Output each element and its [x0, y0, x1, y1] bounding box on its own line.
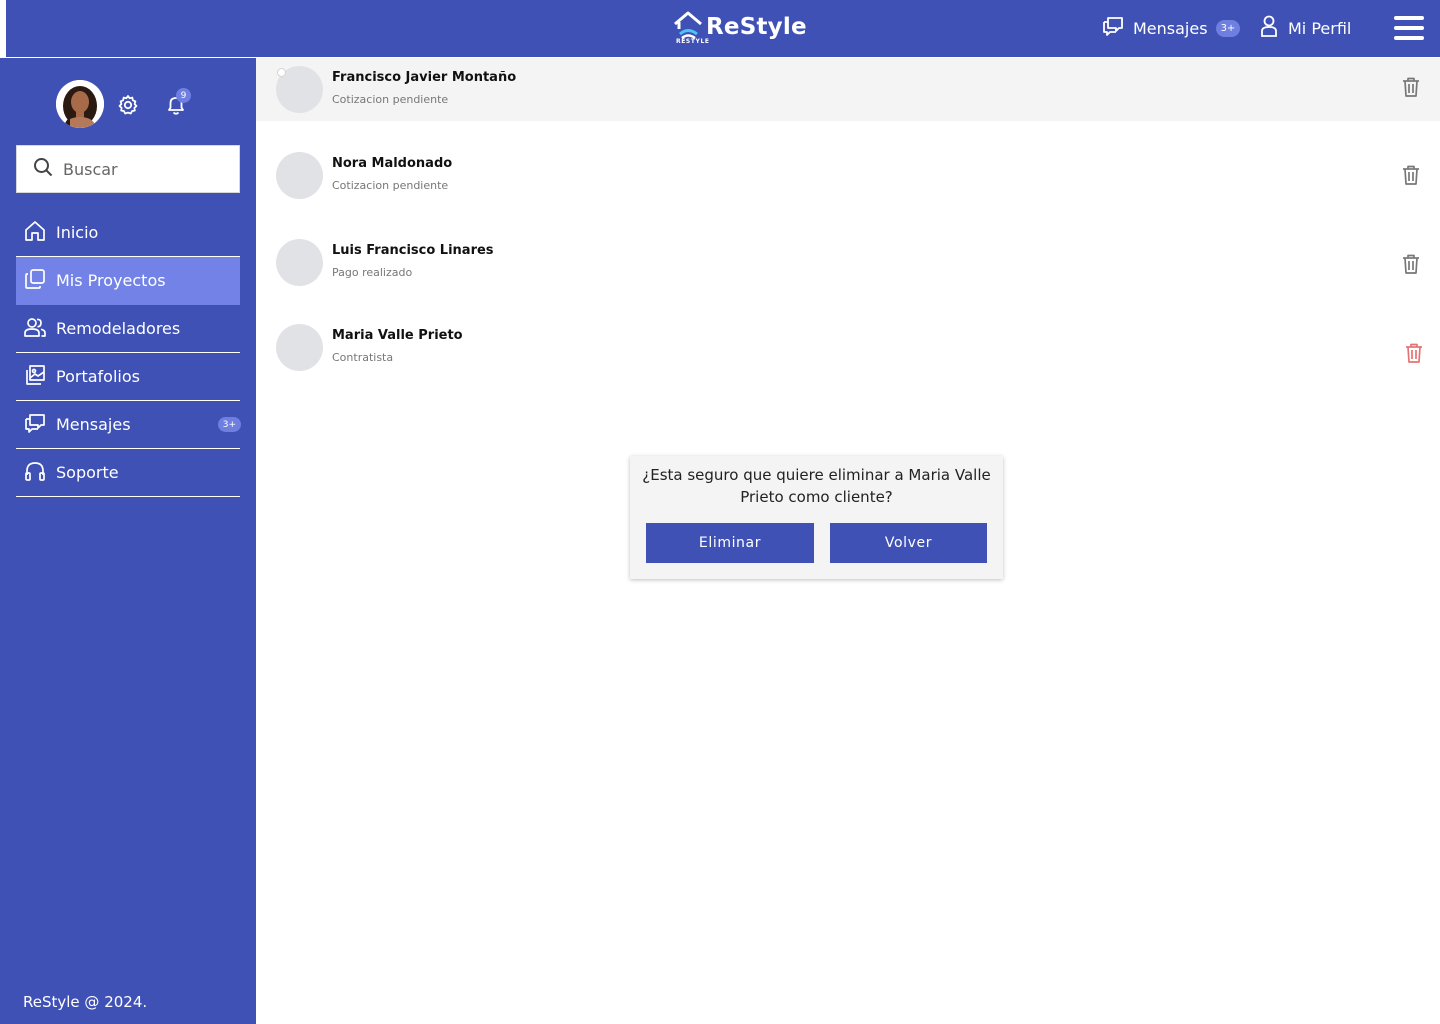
gallery-icon	[24, 364, 46, 390]
trash-icon[interactable]	[1400, 253, 1422, 279]
dialog-message: ¿Esta seguro que quiere eliminar a Maria…	[642, 466, 991, 506]
sidebar-nav: Inicio Mis Proyectos Remodeladores Porta…	[16, 209, 241, 497]
messages-badge: 3+	[1215, 19, 1241, 37]
client-row[interactable]: Luis Francisco Linares Pago realizado	[256, 231, 1440, 294]
sidebar-item-label: Portafolios	[56, 367, 140, 386]
footer-copyright: ReStyle @ 2024.	[23, 993, 148, 1011]
header-messages-link[interactable]: Mensajes 3+	[1102, 14, 1241, 42]
client-row[interactable]: Maria Valle Prieto Contratista	[256, 316, 1440, 379]
bell-icon[interactable]: 9	[165, 88, 191, 120]
back-button[interactable]: Volver	[830, 523, 987, 563]
select-indicator[interactable]	[277, 68, 286, 77]
chat-icon	[1102, 16, 1124, 40]
house-logo-icon: RESTYLE	[670, 7, 709, 47]
client-row[interactable]: Nora Maldonado Cotizacion pendiente	[256, 144, 1440, 207]
sidebar: 9 Inicio Mis Pr	[0, 58, 256, 1024]
client-name: Luis Francisco Linares	[332, 243, 494, 258]
delete-button[interactable]: Eliminar	[646, 523, 814, 563]
sidebar-item-label: Mis Proyectos	[56, 271, 166, 290]
notifications-badge: 9	[176, 88, 191, 103]
client-row[interactable]: Francisco Javier Montaño Cotizacion pend…	[256, 58, 1440, 121]
avatar[interactable]	[56, 80, 104, 128]
brand-logo[interactable]: RESTYLE ReStyle	[670, 7, 807, 47]
sidebar-item-soporte[interactable]: Soporte	[16, 449, 240, 497]
delete-confirm-dialog: ¿Esta seguro que quiere eliminar a Maria…	[630, 456, 1003, 579]
client-avatar	[276, 152, 323, 199]
sidebar-item-label: Inicio	[56, 223, 99, 242]
search-input[interactable]	[63, 159, 223, 179]
brand-name: ReStyle	[706, 14, 807, 40]
client-status: Cotizacion pendiente	[332, 179, 449, 192]
menu-icon[interactable]	[1394, 16, 1424, 40]
header-profile-link[interactable]: Mi Perfil	[1260, 14, 1351, 42]
client-name: Francisco Javier Montaño	[332, 70, 517, 85]
sidebar-messages-badge: 3+	[217, 417, 241, 432]
home-icon	[24, 220, 46, 246]
sidebar-item-label: Mensajes	[56, 415, 131, 434]
client-status: Cotizacion pendiente	[332, 93, 449, 106]
user-icon	[1260, 15, 1278, 41]
client-avatar	[276, 239, 323, 286]
headset-icon	[24, 460, 46, 486]
trash-icon[interactable]	[1403, 342, 1425, 368]
trash-icon[interactable]	[1400, 76, 1422, 102]
client-status: Contratista	[332, 351, 394, 364]
header-messages-label: Mensajes	[1133, 18, 1208, 38]
users-icon	[24, 316, 46, 342]
client-name: Nora Maldonado	[332, 156, 453, 171]
sidebar-item-mensajes[interactable]: Mensajes 3+	[16, 401, 241, 449]
gear-icon[interactable]	[117, 94, 139, 120]
sidebar-item-label: Soporte	[56, 463, 119, 482]
chat-icon	[24, 413, 46, 437]
trash-icon[interactable]	[1400, 164, 1422, 190]
brand-sub: RESTYLE	[676, 38, 710, 45]
search-icon	[33, 157, 53, 181]
client-status: Pago realizado	[332, 266, 413, 279]
sidebar-item-inicio[interactable]: Inicio	[16, 209, 240, 257]
sidebar-item-portafolios[interactable]: Portafolios	[16, 353, 240, 401]
projects-icon	[24, 268, 46, 294]
sidebar-item-remodeladores[interactable]: Remodeladores	[16, 305, 240, 353]
client-name: Maria Valle Prieto	[332, 328, 463, 343]
search-box[interactable]	[16, 145, 240, 193]
top-bar: RESTYLE ReStyle Mensajes 3+ Mi Perfil	[6, 0, 1440, 57]
sidebar-item-mis-proyectos[interactable]: Mis Proyectos	[16, 257, 240, 305]
sidebar-item-label: Remodeladores	[56, 319, 181, 338]
header-profile-label: Mi Perfil	[1288, 18, 1352, 38]
client-avatar	[276, 324, 323, 371]
